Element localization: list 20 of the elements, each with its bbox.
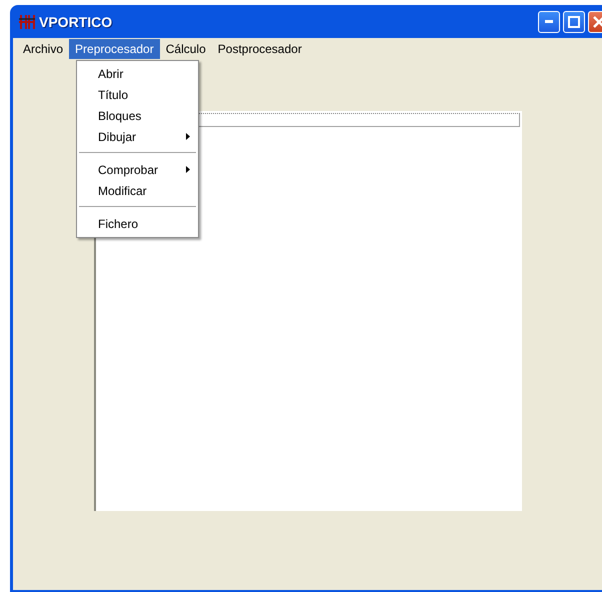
menu-option[interactable]: Fichero [77, 213, 198, 234]
minimize-button[interactable] [538, 10, 560, 32]
app-logo-icon [18, 14, 36, 30]
menu-item[interactable]: Postprocesador [212, 39, 308, 59]
menu-item[interactable]: Archivo [17, 39, 70, 59]
menu-item[interactable]: Cálculo [160, 39, 212, 59]
menu-option[interactable]: Bloques [77, 105, 198, 126]
submenu-arrow-icon [186, 166, 190, 173]
menu-item[interactable]: Preprocesador [69, 39, 160, 59]
maximize-button[interactable] [563, 10, 585, 32]
minimize-icon [545, 20, 553, 23]
window-title: VPORTICO [39, 14, 112, 30]
maximize-icon [568, 16, 580, 28]
menu-option[interactable]: Modificar [77, 180, 198, 201]
submenu-arrow-icon [186, 133, 190, 140]
menu-option[interactable]: Dibujar [77, 126, 198, 147]
menu-option[interactable]: Abrir [77, 63, 198, 84]
menu-option[interactable]: Comprobar [77, 159, 198, 180]
menu-option[interactable]: Título [77, 84, 198, 105]
close-icon [593, 16, 602, 28]
